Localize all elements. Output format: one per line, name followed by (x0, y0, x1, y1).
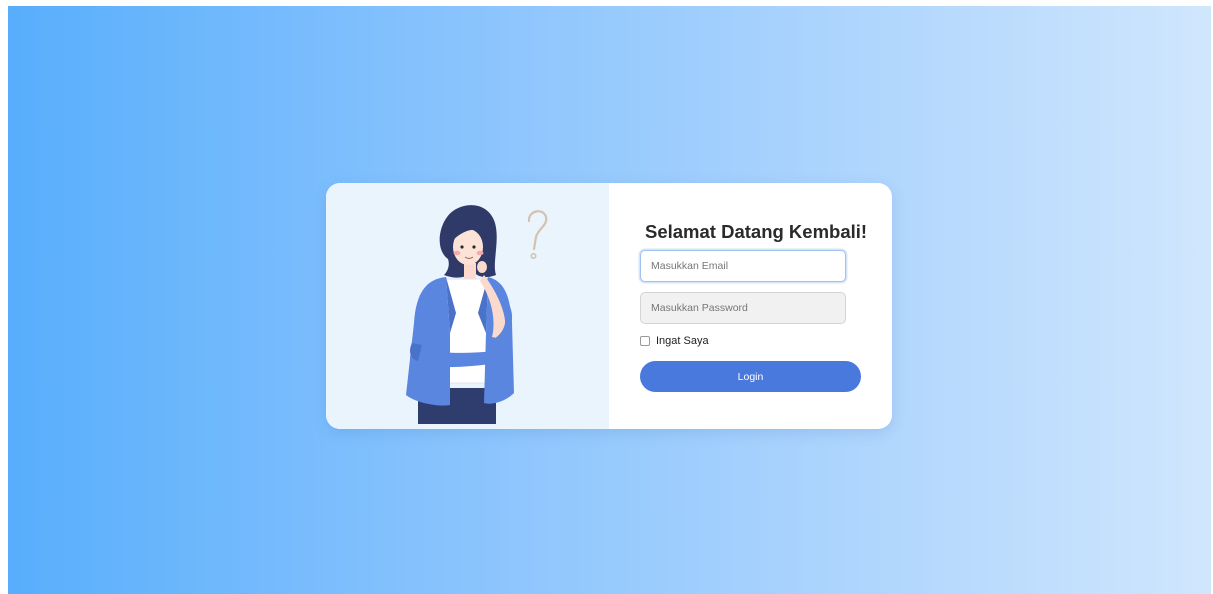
email-field[interactable] (640, 250, 846, 282)
remember-me-label: Ingat Saya (656, 335, 709, 347)
login-form: Selamat Datang Kembali! Ingat Saya Login (609, 183, 892, 429)
page-title: Selamat Datang Kembali! (645, 221, 868, 242)
illustration-panel (326, 183, 609, 429)
page-background: Selamat Datang Kembali! Ingat Saya Login (8, 6, 1211, 594)
password-field[interactable] (640, 292, 846, 324)
login-button[interactable]: Login (640, 361, 861, 392)
thinking-woman-illustration (406, 205, 548, 424)
remember-me-checkbox[interactable] (640, 336, 650, 346)
question-mark-icon (527, 210, 548, 251)
login-card: Selamat Datang Kembali! Ingat Saya Login (326, 183, 892, 429)
remember-me-row[interactable]: Ingat Saya (640, 334, 709, 348)
